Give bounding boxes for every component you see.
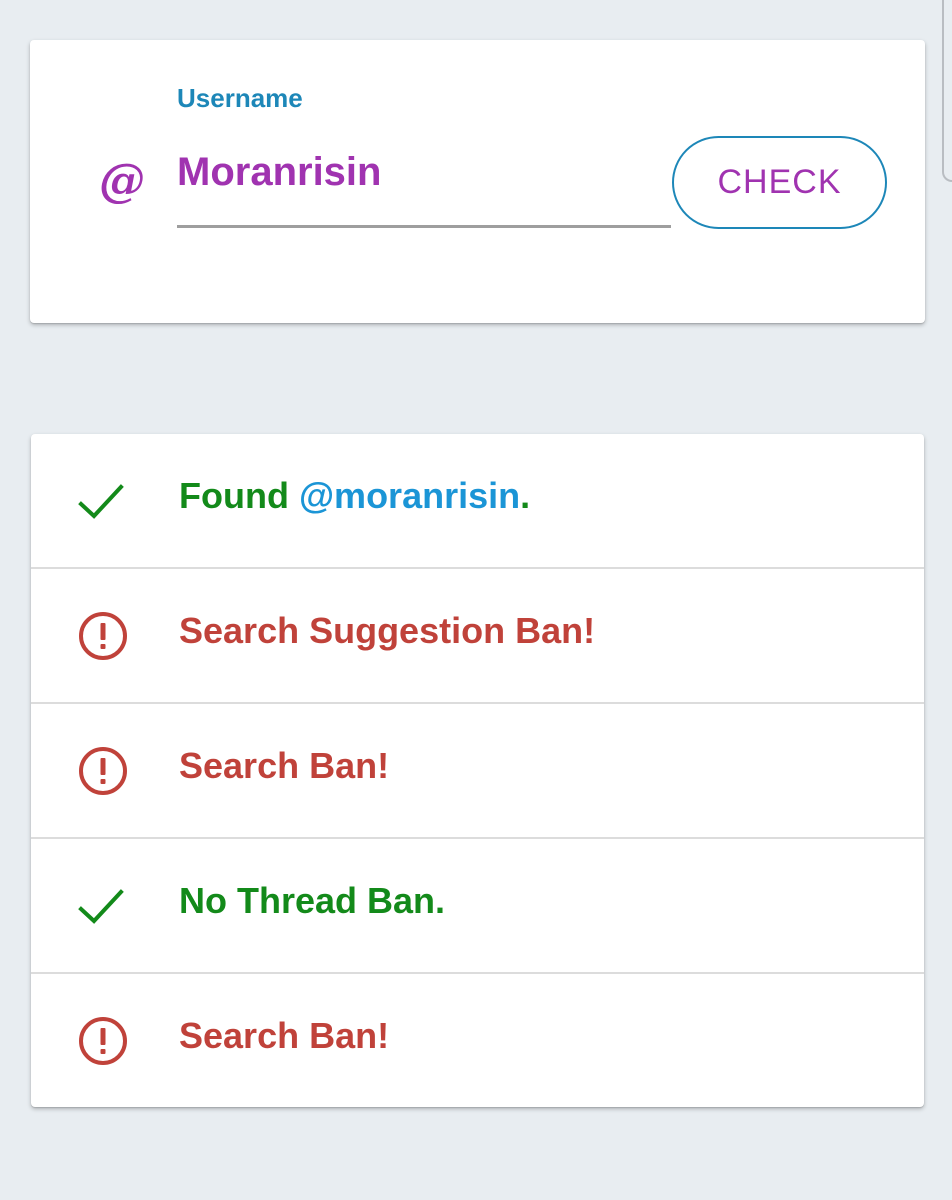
username-label: Username — [177, 83, 303, 113]
result-text: Found @moranrisin. — [179, 472, 530, 520]
result-row-thread-ban: No Thread Ban. — [31, 839, 924, 974]
alert-circle-icon — [77, 1015, 129, 1067]
result-text: Search Ban! — [179, 745, 390, 786]
result-row-found: Found @moranrisin. — [31, 434, 924, 569]
result-text-suffix: . — [520, 475, 531, 516]
result-text-prefix: Found — [179, 475, 299, 516]
result-row-search-suggestion-ban: Search Suggestion Ban! — [31, 569, 924, 704]
alert-circle-icon — [77, 745, 129, 797]
result-row-search-ban: Search Ban! — [31, 704, 924, 839]
check-button[interactable]: CHECK — [672, 136, 887, 229]
check-icon — [77, 880, 129, 932]
username-search-card: @ Username Moranrisin CHECK — [30, 40, 925, 323]
results-card: Found @moranrisin. Search Suggestion Ban… — [31, 434, 924, 1107]
result-text: Search Ban! — [179, 1015, 390, 1056]
result-row-search-ban-2: Search Ban! — [31, 974, 924, 1107]
alert-circle-icon — [77, 610, 129, 662]
check-icon — [77, 475, 129, 527]
result-text: Search Suggestion Ban! — [179, 610, 596, 651]
result-text: No Thread Ban. — [179, 880, 446, 921]
username-input[interactable]: Moranrisin — [177, 146, 667, 198]
at-sign-icon: @ — [99, 153, 145, 207]
username-input-underline — [177, 225, 671, 228]
found-handle: @moranrisin — [298, 475, 521, 516]
scrollbar-edge — [942, 0, 952, 182]
